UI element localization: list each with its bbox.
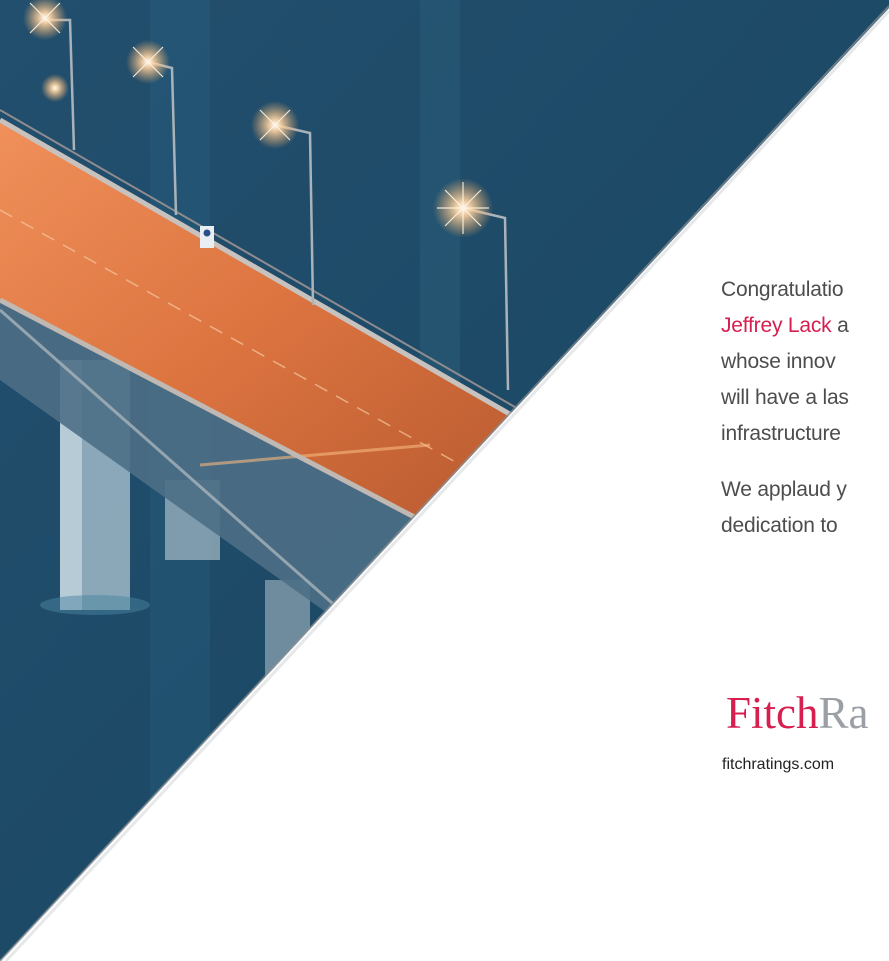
body-line-4: will have a las <box>721 386 849 409</box>
body-line-3: whose innov <box>721 350 836 373</box>
logo-ratings: Ra <box>818 688 869 738</box>
closing-paragraph: We applaud y dedication to <box>721 472 889 544</box>
closing-line-1: We applaud y <box>721 478 847 501</box>
body-line-2: Jeffrey Lack a <box>721 314 849 337</box>
closing-line-2: dedication to <box>721 514 838 537</box>
body-line-5: infrastructure <box>721 422 841 445</box>
fitch-ratings-logo: FitchRa <box>726 686 889 740</box>
road-sign <box>200 226 214 248</box>
honoree-name: Jeffrey Lack <box>721 314 832 337</box>
ad-copy: Congratulatio Jeffrey Lack a whose innov… <box>721 272 889 712</box>
body-line-1: Congratulatio <box>721 278 844 301</box>
website-url: fitchratings.com <box>722 756 835 773</box>
logo-fitch: Fitch <box>726 688 819 738</box>
ad-page: Congratulatio Jeffrey Lack a whose innov… <box>0 0 889 961</box>
